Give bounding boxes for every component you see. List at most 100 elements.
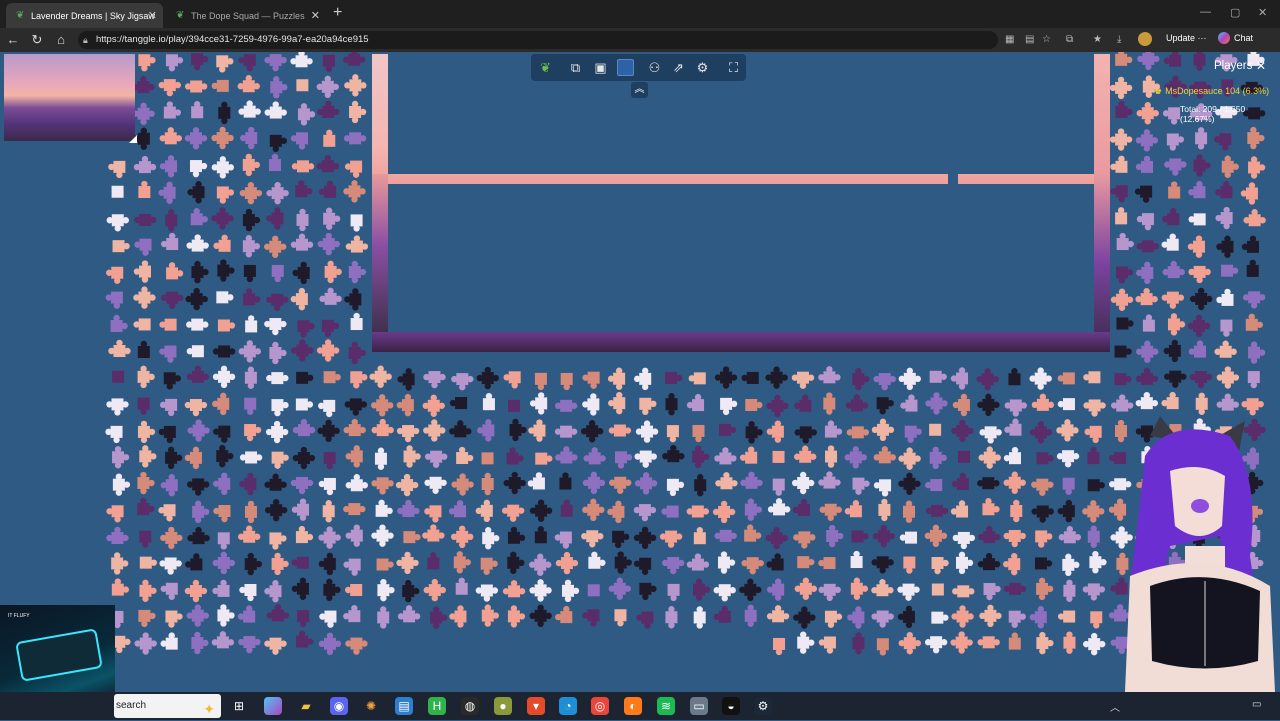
puzzle-piece[interactable]	[925, 504, 949, 517]
puzzle-piece[interactable]	[187, 181, 205, 204]
file-explorer-icon[interactable]: ▰	[297, 697, 315, 715]
puzzle-piece[interactable]	[1084, 425, 1102, 444]
puzzle-piece[interactable]	[528, 419, 546, 442]
puzzle-piece[interactable]	[186, 234, 209, 252]
puzzle-piece[interactable]	[1008, 610, 1026, 628]
puzzle-piece[interactable]	[661, 505, 679, 518]
puzzle-piece[interactable]	[239, 181, 263, 205]
puzzle-piece[interactable]	[186, 604, 209, 627]
puzzle-piece[interactable]	[1136, 261, 1154, 285]
puzzle-piece[interactable]	[766, 553, 784, 571]
puzzle-piece[interactable]	[213, 505, 231, 523]
puzzle-piece[interactable]	[1168, 181, 1181, 199]
puzzle-piece[interactable]	[876, 397, 894, 415]
puzzle-piece[interactable]	[1221, 264, 1239, 277]
puzzle-piece[interactable]	[555, 446, 578, 464]
onyx-icon[interactable]: ◍	[461, 697, 479, 715]
puzzle-piece[interactable]	[713, 605, 731, 623]
puzzle-piece[interactable]	[343, 180, 366, 203]
puzzle-piece[interactable]	[845, 394, 869, 412]
puzzle-piece[interactable]	[137, 340, 150, 358]
puzzle-piece[interactable]	[794, 394, 812, 412]
puzzle-piece[interactable]	[345, 474, 368, 492]
puzzle-piece[interactable]	[321, 319, 340, 338]
puzzle-piece[interactable]	[184, 80, 208, 93]
puzzle-piece[interactable]	[1188, 213, 1206, 226]
puzzle-piece[interactable]	[667, 583, 680, 602]
puzzle-piece[interactable]	[1090, 611, 1103, 629]
puzzle-piece[interactable]	[106, 214, 129, 232]
puzzle-piece[interactable]	[925, 392, 948, 415]
minimize-icon[interactable]: —	[1200, 6, 1211, 18]
puzzle-piece[interactable]	[931, 611, 949, 624]
puzzle-piece[interactable]	[797, 631, 815, 654]
puzzle-piece[interactable]	[714, 447, 737, 465]
puzzle-piece[interactable]	[1115, 207, 1128, 225]
puzzle-piece[interactable]	[1057, 398, 1075, 411]
puzzle-piece[interactable]	[268, 153, 281, 172]
puzzle-piece[interactable]	[138, 609, 156, 628]
puzzle-piece[interactable]	[693, 527, 706, 545]
puzzle-piece[interactable]	[348, 341, 366, 365]
puzzle-piece[interactable]	[1243, 209, 1266, 227]
puzzle-piece[interactable]	[271, 552, 289, 576]
refresh-icon[interactable]: ↻	[29, 32, 45, 48]
puzzle-piece[interactable]	[872, 524, 895, 548]
puzzle-piece[interactable]	[925, 479, 943, 492]
puzzle-piece[interactable]	[296, 630, 314, 648]
search-input[interactable]: search ✦	[114, 694, 221, 718]
puzzle-piece[interactable]	[1063, 631, 1076, 654]
puzzle-piece[interactable]	[582, 609, 600, 627]
puzzle-piece[interactable]	[608, 424, 632, 437]
url-field[interactable]: 🔒︎ https://tanggle.io/play/394cce31-7259…	[78, 31, 998, 49]
puzzle-piece[interactable]	[1220, 319, 1233, 337]
puzzle-piece[interactable]	[1035, 530, 1053, 548]
puzzle-piece[interactable]	[343, 558, 361, 576]
puzzle-piece[interactable]	[873, 479, 892, 497]
puzzle-piece[interactable]	[633, 504, 657, 522]
close-icon[interactable]: ✕	[1256, 59, 1266, 73]
puzzle-piece[interactable]	[1248, 341, 1266, 364]
puzzle-piece[interactable]	[218, 101, 231, 125]
puzzle-piece[interactable]	[291, 339, 314, 362]
puzzle-piece[interactable]	[264, 235, 287, 258]
puzzle-piece[interactable]	[662, 556, 685, 575]
puzzle-piece[interactable]	[397, 368, 415, 391]
puzzle-piece[interactable]	[639, 582, 657, 601]
puzzle-piece[interactable]	[317, 419, 340, 443]
puzzle-piece[interactable]	[825, 445, 838, 468]
puzzle-piece[interactable]	[1109, 128, 1133, 151]
puzzle-piece[interactable]	[212, 392, 230, 416]
puzzle-piece[interactable]	[189, 160, 208, 178]
puzzle-piece[interactable]	[290, 287, 308, 311]
puzzle-piece[interactable]	[1189, 371, 1213, 389]
puzzle-piece[interactable]	[1087, 479, 1105, 492]
puzzle-piece[interactable]	[323, 371, 341, 384]
puzzle-piece[interactable]	[270, 76, 288, 99]
puzzle-piece[interactable]	[112, 240, 130, 253]
puzzle-piece[interactable]	[583, 447, 606, 465]
steam-icon[interactable]: ⚙	[754, 697, 772, 715]
puzzle-piece[interactable]	[266, 604, 290, 622]
puzzle-piece[interactable]	[1089, 550, 1107, 574]
puzzle-piece[interactable]	[238, 100, 261, 118]
puzzle-piece[interactable]	[609, 476, 632, 494]
extensions-icon[interactable]: ⧉	[1066, 34, 1073, 45]
puzzle-piece[interactable]	[1215, 181, 1233, 199]
puzzle-piece[interactable]	[237, 75, 260, 93]
puzzle-piece[interactable]	[633, 526, 657, 550]
puzzle-piece[interactable]	[1195, 127, 1208, 150]
firefox-icon[interactable]: ◐	[624, 697, 642, 715]
puzzle-piece[interactable]	[319, 287, 342, 305]
puzzle-piece[interactable]	[158, 504, 176, 522]
puzzle-piece[interactable]	[139, 445, 157, 468]
puzzle-piece[interactable]	[1114, 373, 1132, 386]
puzzle-piece[interactable]	[766, 605, 790, 623]
puzzle-piece[interactable]	[1083, 399, 1106, 417]
puzzle-piece[interactable]	[397, 605, 421, 623]
puzzle-piece[interactable]	[692, 445, 710, 469]
puzzle-piece[interactable]	[323, 207, 341, 230]
avatar[interactable]	[1138, 32, 1152, 46]
puzzle-piece[interactable]	[717, 551, 736, 574]
puzzle-piece[interactable]	[237, 605, 256, 623]
